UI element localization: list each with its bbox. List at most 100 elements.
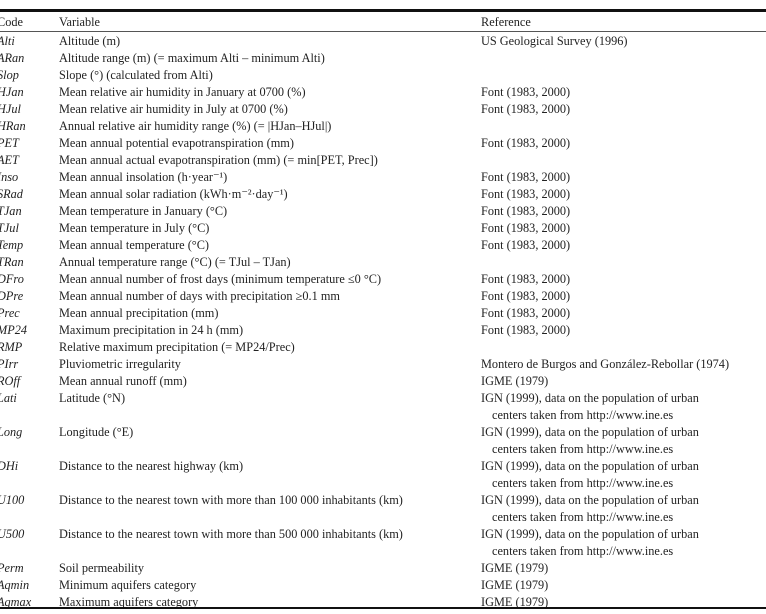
reference-cell: Font (1983, 2000) (481, 186, 570, 203)
variable-description: Mean annual number of frost days (minimu… (59, 272, 382, 286)
reference-text: Font (1983, 2000) (481, 102, 571, 116)
reference-text: IGN (1999), data on the population of ur… (481, 493, 699, 507)
reference-text: Font (1983, 2000) (481, 289, 571, 303)
variable-description: Longitude (°E) (59, 425, 134, 439)
reference-cell: IGME (1979) (481, 373, 548, 390)
variable-description: Mean temperature in January (°C) (59, 204, 228, 218)
reference-text: IGN (1999), data on the population of ur… (481, 425, 699, 439)
variable-description: Mean temperature in July (°C) (59, 221, 210, 235)
variable-description: Distance to the nearest highway (km) (59, 459, 244, 473)
variable-description: Altitude (m) (59, 34, 121, 48)
table-row: HRan Annual relative air humidity range (… (0, 118, 766, 135)
reference-text: Font (1983, 2000) (481, 272, 571, 286)
reference-text: Font (1983, 2000) (481, 238, 571, 252)
variable-code: TRan (0, 255, 24, 269)
reference-text: Font (1983, 2000) (481, 136, 571, 150)
table-row: Lati Latitude (°N) IGN (1999), data on the… (0, 390, 766, 424)
reference-cell: IGN (1999), data on the population of ur… (481, 492, 699, 526)
table-body: Alti Altitude (m) US Geological Survey (19… (0, 33, 766, 611)
variable-description: Distance to the nearest town with more t… (59, 493, 403, 507)
variable-code: TJan (0, 204, 22, 218)
variable-description: Mean annual temperature (°C) (59, 238, 210, 252)
reference-cell: Font (1983, 2000) (481, 101, 570, 118)
reference-text: IGN (1999), data on the population of ur… (481, 527, 699, 541)
variable-description: Mean annual runoff (mm) (59, 374, 187, 388)
variable-description: Pluviometric irregularity (59, 357, 181, 371)
table-row: Temp Mean annual temperature (°C) Font (19… (0, 237, 766, 254)
variable-code: Inso (0, 170, 19, 184)
reference-cell: IGN (1999), data on the population of ur… (481, 526, 699, 560)
reference-cell: Font (1983, 2000) (481, 169, 570, 186)
variable-code: DHi (0, 459, 19, 473)
variable-description: Mean annual potential evapotranspiration… (59, 136, 294, 150)
variable-code: TJul (0, 221, 19, 235)
reference-text: IGME (1979) (481, 561, 549, 575)
table-row: U500 Distance to the nearest town with mo… (0, 526, 766, 560)
variable-description: Latitude (°N) (59, 391, 126, 405)
variable-description: Altitude range (m) (= maximum Alti – min… (59, 51, 325, 65)
reference-cell: Font (1983, 2000) (481, 237, 570, 254)
reference-cell: Font (1983, 2000) (481, 84, 570, 101)
variable-code: U100 (0, 493, 25, 507)
reference-cell: Font (1983, 2000) (481, 135, 570, 152)
variable-code: Slop (0, 68, 19, 82)
variable-code: DFro (0, 272, 24, 286)
reference-text: Font (1983, 2000) (481, 187, 571, 201)
table-row: Aqmin Minimum aquifers category IGME (1979… (0, 577, 766, 594)
reference-text: IGN (1999), data on the population of ur… (481, 459, 699, 473)
table-row: DFro Mean annual number of frost days (mi… (0, 271, 766, 288)
variable-description: Mean relative air humidity in January at… (59, 85, 306, 99)
reference-text: Font (1983, 2000) (481, 306, 571, 320)
variable-code: Alti (0, 34, 15, 48)
reference-text-continued: centers taken from http://www.ine.es (492, 442, 674, 456)
variable-code: DPre (0, 289, 24, 303)
reference-text: IGME (1979) (481, 374, 549, 388)
variable-description: Annual temperature range (°C) (= TJul – … (59, 255, 291, 269)
header-variable: Variable (59, 15, 100, 29)
reference-cell: IGME (1979) (481, 577, 548, 594)
variable-description: Maximum precipitation in 24 h (mm) (59, 323, 244, 337)
variable-description: Mean relative air humidity in July at 07… (59, 102, 288, 116)
table-row: HJul Mean relative air humidity in July a… (0, 101, 766, 118)
header-code: Code (0, 15, 23, 29)
variable-code: PET (0, 136, 19, 150)
reference-cell: Montero de Burgos and González-Rebollar … (481, 356, 729, 373)
reference-cell: Font (1983, 2000) (481, 322, 570, 339)
reference-text: Montero de Burgos and González-Rebollar … (481, 357, 730, 371)
variable-code: HJan (0, 85, 24, 99)
variable-code: Temp (0, 238, 24, 252)
header-rule (0, 31, 766, 32)
reference-text: Font (1983, 2000) (481, 170, 571, 184)
reference-text: US Geological Survey (1996) (481, 34, 628, 48)
reference-text: Font (1983, 2000) (481, 221, 571, 235)
table-row: Slop Slope (°) (calculated from Alti) (0, 67, 766, 84)
table-row: Inso Mean annual insolation (h·year⁻¹) Fon… (0, 169, 766, 186)
reference-text: IGME (1979) (481, 578, 549, 592)
variable-code: HRan (0, 119, 26, 133)
table-row: SRad Mean annual solar radiation (kWh·m⁻²… (0, 186, 766, 203)
table-row: TJan Mean temperature in January (°C) Font… (0, 203, 766, 220)
variable-code: Prec (0, 306, 20, 320)
variable-code: SRad (0, 187, 23, 201)
variable-description: Distance to the nearest town with more t… (59, 527, 403, 541)
variable-code: U500 (0, 527, 25, 541)
reference-cell: US Geological Survey (1996) (481, 33, 628, 50)
table-top-rule (0, 9, 766, 12)
table-bottom-rule (0, 607, 766, 609)
variable-code: ARan (0, 51, 25, 65)
variable-description: Mean annual actual evapotranspiration (m… (59, 153, 378, 167)
reference-text: IGN (1999), data on the population of ur… (481, 391, 699, 405)
reference-text: Font (1983, 2000) (481, 85, 571, 99)
variable-code: Aqmin (0, 578, 30, 592)
table-row: HJan Mean relative air humidity in Januar… (0, 84, 766, 101)
reference-text-continued: centers taken from http://www.ine.es (492, 408, 674, 422)
variable-description: Mean annual insolation (h·year⁻¹) (59, 170, 228, 184)
variable-code: ROff (0, 374, 21, 388)
variable-description: Soil permeability (59, 561, 145, 575)
variable-description: Slope (°) (calculated from Alti) (59, 68, 213, 82)
reference-cell: IGN (1999), data on the population of ur… (481, 424, 699, 458)
variable-code: Long (0, 425, 23, 439)
variable-description: Mean annual number of days with precipit… (59, 289, 340, 303)
table-row: MP24 Maximum precipitation in 24 h (mm) Fo… (0, 322, 766, 339)
table-row: U100 Distance to the nearest town with mo… (0, 492, 766, 526)
